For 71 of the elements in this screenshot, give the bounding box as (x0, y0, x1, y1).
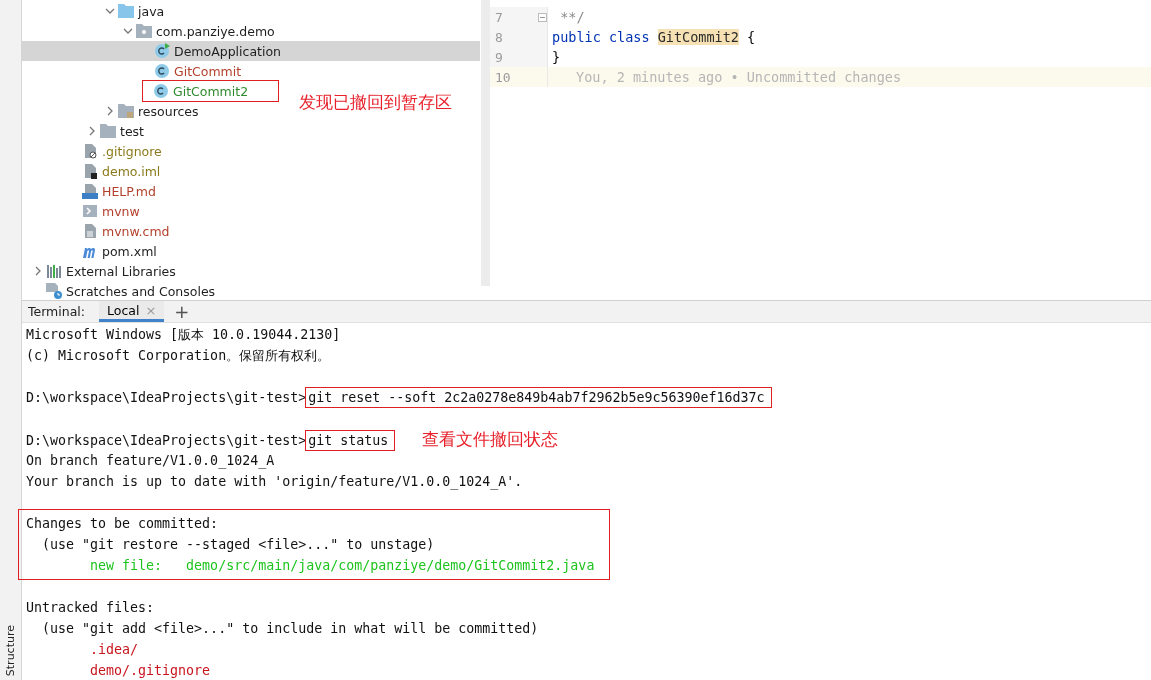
terminal-command: git status (308, 433, 393, 448)
line-number: 8 (495, 29, 504, 45)
line-number: 7 (495, 9, 504, 25)
terminal-line: demo/.gitignore (89, 662, 212, 680)
terminal-line: Untracked files: (26, 599, 156, 617)
code-line: } (551, 49, 561, 65)
class-icon (153, 83, 169, 99)
tree-item-label: mvnw (102, 203, 140, 219)
package-folder-icon (136, 23, 152, 39)
annotation-text: 查看文件撤回状态 (422, 430, 559, 449)
terminal-line: On branch feature/V1.0.0_1024_A (26, 452, 276, 471)
tree-item-label: GitCommit2 (173, 83, 249, 99)
libraries-icon (46, 263, 62, 279)
tree-row[interactable]: GitCommit (22, 61, 480, 81)
terminal-file-icon (82, 203, 98, 219)
tree-item-label[interactable]: test (120, 123, 144, 139)
tree-item-label: pom.xml (102, 243, 157, 259)
terminal-command: git reset --soft 2c2a0278e849b4ab7f2962b5e9c56390ef16d37c (308, 390, 769, 405)
line-number: 9 (495, 49, 504, 65)
terminal-tab[interactable]: Local × (99, 301, 165, 322)
tree-item-label[interactable]: External Libraries (66, 263, 176, 279)
file-icon (82, 163, 98, 179)
annotation-text: 发现已撤回到暂存区 (299, 91, 452, 113)
terminal-line: (use "git restore --staged <file>..." to unstage) (41, 536, 436, 554)
folder-icon (100, 123, 116, 139)
code-line: You, 2 minutes ago • Uncommitted changes (575, 69, 902, 85)
chevron-right-icon[interactable] (33, 266, 43, 276)
terminal-line: (c) Microsoft Corporation。保留所有权利。 (26, 347, 332, 365)
tree-item-label: HELP.md (102, 183, 156, 199)
tree-item-label: mvnw.cmd (102, 223, 170, 239)
tree-item-label[interactable]: com.panziye.demo (156, 23, 275, 39)
chevron-down-icon[interactable] (123, 26, 133, 36)
terminal-label: Terminal: (27, 304, 86, 319)
folder-icon (118, 3, 134, 19)
tree-row[interactable]: mvnw.cmd (22, 221, 480, 241)
tree-item-label[interactable]: resources (138, 103, 199, 119)
tree-row[interactable]: DemoApplication (22, 41, 480, 61)
terminal-line: (use "git add <file>..." to include in what will be committed) (41, 620, 540, 638)
scrollbar[interactable] (481, 0, 490, 286)
terminal-line: Changes to be committed: (26, 515, 220, 533)
tree-row[interactable]: mvnw (22, 201, 480, 221)
new-tab-button[interactable]: + (164, 301, 200, 322)
tree-item-label: GitCommit (174, 63, 242, 79)
line-number: 10 (495, 69, 512, 85)
code-line: public class GitCommit2 { (551, 29, 756, 45)
chevron-right-icon[interactable] (87, 126, 97, 136)
terminal-prompt: D:\workspace\IdeaProjects\git-test> (26, 433, 307, 448)
tree-item-label: demo.iml (102, 163, 161, 179)
terminal-line: .idea/ (89, 641, 140, 659)
tree-item-label: .gitignore (102, 143, 162, 159)
terminal-line: Microsoft Windows [版本 10.0.19044.2130] (26, 326, 342, 344)
class-run-icon (154, 43, 170, 59)
chevron-right-icon[interactable] (105, 106, 115, 116)
terminal-prompt: D:\workspace\IdeaProjects\git-test> (26, 390, 307, 405)
tree-item-label[interactable]: Scratches and Consoles (66, 283, 216, 299)
tree-item-label: DemoApplication (174, 43, 281, 59)
tree-item-label[interactable]: java (138, 3, 165, 19)
tree-row[interactable]: demo.iml (22, 161, 480, 181)
tree-row[interactable]: HELP.md (22, 181, 480, 201)
chevron-down-icon[interactable] (105, 6, 115, 16)
folder-icon (118, 103, 134, 119)
file-icon (82, 143, 98, 159)
terminal-line: Your branch is up to date with 'origin/feature/V1.0.0_1024_A'. (26, 473, 524, 492)
tree-row[interactable]: pom.xml (22, 241, 480, 261)
text-file-icon (82, 223, 98, 239)
structure-tab[interactable]: Structure (4, 620, 17, 680)
class-icon (154, 63, 170, 79)
code-line: **/ (559, 9, 585, 25)
terminal-line: new file: demo/src/main/java/com/panziye/demo/GitCommit2.java (89, 557, 596, 575)
tree-row[interactable]: .gitignore (22, 141, 480, 161)
markdown-file-icon (82, 183, 98, 199)
